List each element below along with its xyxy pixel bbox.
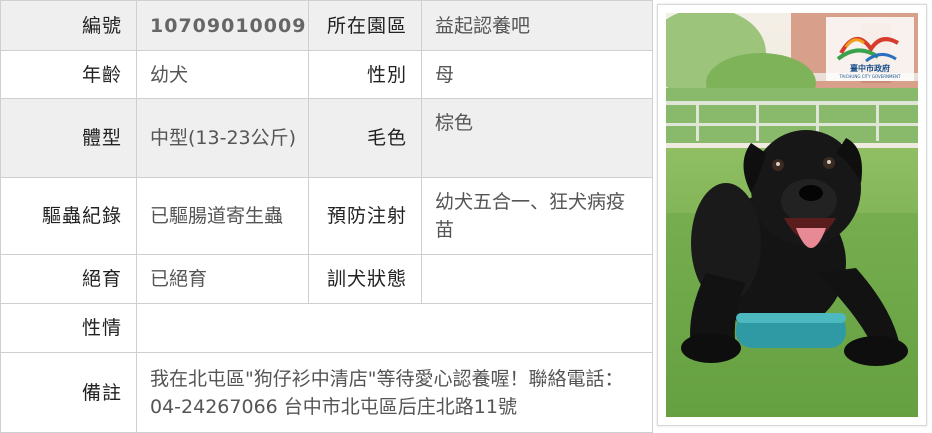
- coat-color-label: 毛色: [308, 98, 422, 178]
- sex-value: 母: [421, 50, 653, 99]
- id-value: 10709010009: [136, 0, 309, 51]
- table-row: 驅蟲紀錄 已驅腸道寄生蟲 預防注射 幼犬五合一、狂犬病疫苗: [0, 177, 653, 255]
- table-row: 性情: [0, 303, 653, 353]
- deworming-label: 驅蟲紀錄: [0, 177, 137, 255]
- sex-label: 性別: [308, 50, 422, 99]
- neutered-label: 絕育: [0, 254, 137, 304]
- training-label: 訓犬狀態: [308, 254, 422, 304]
- pet-photo: 臺中市政府 TAICHUNG CITY GOVERNMENT: [666, 13, 918, 417]
- table-row: 編號 10709010009 所在園區 益起認養吧: [0, 0, 653, 51]
- remarks-value: 我在北屯區"狗仔衫中清店"等待愛心認養喔！聯絡電話：04-24267066 台中…: [136, 352, 653, 433]
- logo-text: 臺中市政府: [850, 63, 890, 73]
- temperament-label: 性情: [0, 303, 137, 353]
- coat-color-value: 棕色: [421, 98, 653, 178]
- age-value: 幼犬: [136, 50, 309, 99]
- table-row: 備註 我在北屯區"狗仔衫中清店"等待愛心認養喔！聯絡電話：04-24267066…: [0, 352, 653, 433]
- pet-photo-frame: 臺中市政府 TAICHUNG CITY GOVERNMENT: [657, 4, 927, 426]
- size-label: 體型: [0, 98, 137, 178]
- id-label: 編號: [0, 0, 137, 51]
- deworming-value: 已驅腸道寄生蟲: [136, 177, 309, 255]
- shelter-value: 益起認養吧: [421, 0, 653, 51]
- table-row: 體型 中型(13-23公斤) 毛色 棕色: [0, 98, 653, 178]
- taichung-government-logo: 臺中市政府 TAICHUNG CITY GOVERNMENT: [826, 17, 914, 81]
- table-row: 年齡 幼犬 性別 母: [0, 50, 653, 99]
- shelter-label: 所在園區: [308, 0, 422, 51]
- pet-info-table: 編號 10709010009 所在園區 益起認養吧 年齡 幼犬 性別 母 體型 …: [0, 0, 653, 433]
- age-label: 年齡: [0, 50, 137, 99]
- logo-subtext: TAICHUNG CITY GOVERNMENT: [839, 74, 901, 79]
- size-value: 中型(13-23公斤): [136, 98, 309, 178]
- temperament-value: [136, 303, 653, 353]
- neutered-value: 已絕育: [136, 254, 309, 304]
- vaccination-value: 幼犬五合一、狂犬病疫苗: [421, 177, 653, 255]
- table-row: 絕育 已絕育 訓犬狀態: [0, 254, 653, 304]
- training-value: [421, 254, 653, 304]
- dog-photo-illustration: 臺中市政府 TAICHUNG CITY GOVERNMENT: [666, 13, 918, 417]
- remarks-label: 備註: [0, 352, 137, 433]
- vaccination-label: 預防注射: [308, 177, 422, 255]
